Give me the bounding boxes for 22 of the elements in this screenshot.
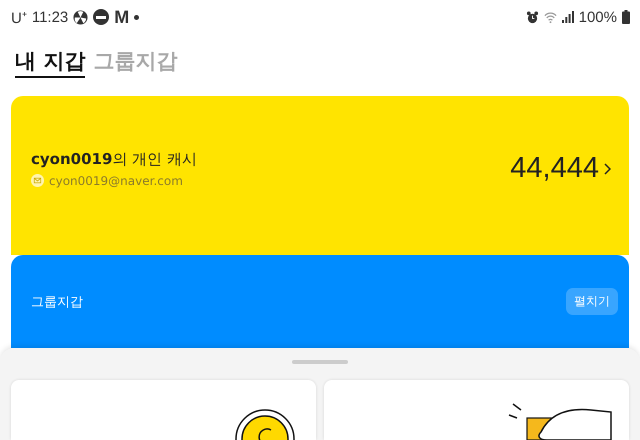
wallet-tab[interactable]: 내 지갑 <box>15 48 86 78</box>
group-wallet-title: 그룹지갑 <box>31 294 83 311</box>
chevron-right-icon <box>604 162 611 175</box>
notification-dot-icon <box>134 14 140 20</box>
cash-balance: 44,444 <box>510 152 599 186</box>
battery-icon <box>622 10 630 24</box>
fan-icon <box>73 10 88 25</box>
personal-wallet-card[interactable]: cyon0019의 개인 캐시 cyon0019@naver.com 44,444 <box>11 96 629 255</box>
menu-card[interactable] <box>324 380 629 440</box>
wifi-icon <box>544 10 557 24</box>
email-address: cyon0019@naver.com <box>49 174 183 188</box>
wallet-owner-title: cyon0019의 개인 캐시 <box>31 150 197 169</box>
app-letter: M <box>114 6 130 28</box>
coin-drawing <box>234 408 296 440</box>
clock-time: 11:23 <box>32 8 68 26</box>
battery-percent: 100% <box>578 8 617 26</box>
mail-icon <box>31 174 44 188</box>
alarm-icon <box>526 10 539 24</box>
signal-icon <box>562 11 574 24</box>
drag-handle[interactable] <box>292 360 348 364</box>
carrier-label: U⁺ <box>11 9 27 28</box>
menu-card[interactable] <box>11 380 316 440</box>
